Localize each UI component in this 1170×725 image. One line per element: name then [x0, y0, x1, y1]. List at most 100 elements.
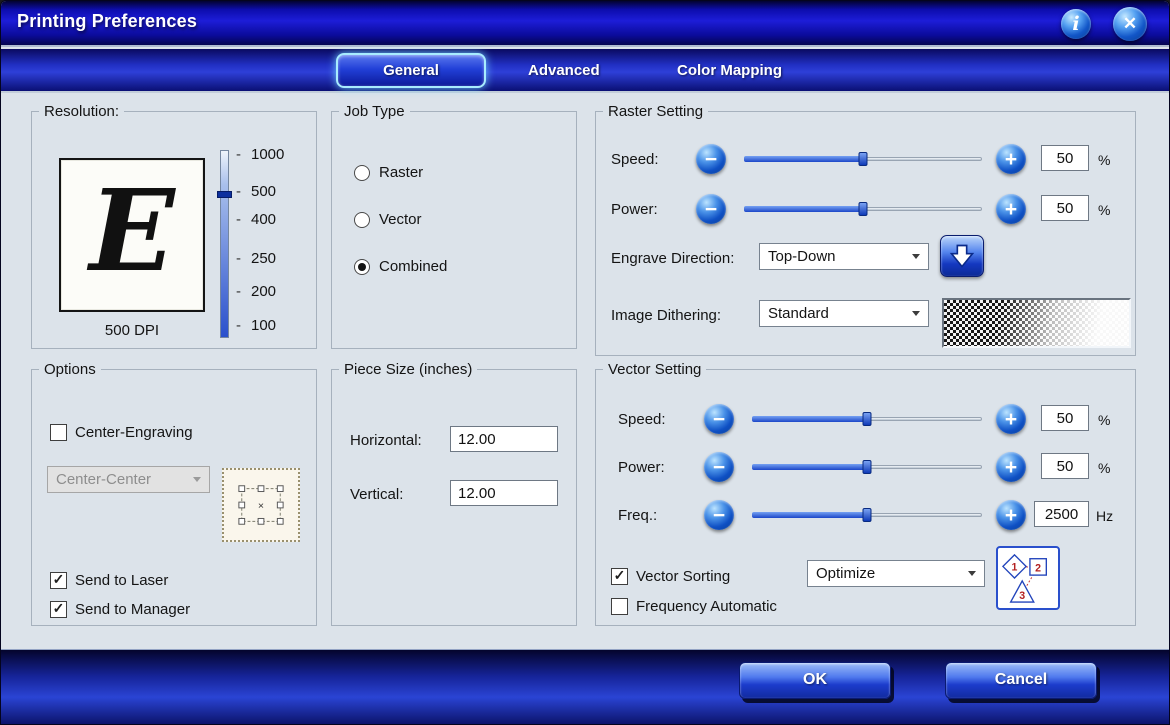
send-to-laser-checkbox-row[interactable]: ✓ Send to Laser	[50, 571, 168, 589]
engrave-direction-select[interactable]: Top-Down	[759, 243, 929, 270]
vector-power-minus-button[interactable]: −	[704, 452, 734, 482]
vector-power-input[interactable]	[1041, 453, 1089, 479]
vector-sorting-preview-button[interactable]: 1 2 3	[996, 546, 1060, 610]
vector-power-slider[interactable]	[752, 460, 982, 474]
send-to-manager-checkbox-row[interactable]: ✓ Send to Manager	[50, 600, 190, 618]
raster-speed-plus-button[interactable]: +	[996, 144, 1026, 174]
vector-speed-minus-button[interactable]: −	[704, 404, 734, 434]
raster-speed-slider[interactable]	[744, 152, 982, 166]
radio-raster[interactable]: Raster	[354, 164, 423, 181]
close-icon: ✕	[1122, 14, 1138, 33]
radio-combined[interactable]: Combined	[354, 258, 447, 275]
send-to-manager-checkbox[interactable]: ✓	[50, 600, 67, 618]
vector-power-plus-button[interactable]: +	[996, 452, 1026, 482]
radio-raster-circle[interactable]	[354, 164, 370, 181]
sorting-mode-select[interactable]: Optimize	[807, 560, 985, 587]
vector-speed-unit: %	[1098, 412, 1111, 428]
resolution-value-label: 500 DPI	[104, 322, 160, 339]
raster-speed-label: Speed:	[611, 151, 659, 168]
vertical-label: Vertical:	[350, 486, 404, 503]
sort-order-icon: 1 2 3	[1001, 553, 1047, 603]
resolution-tick: 200	[236, 283, 276, 300]
frequency-automatic-checkbox-row[interactable]: ✓ Frequency Automatic	[611, 598, 777, 615]
vector-freq-plus-button[interactable]: +	[996, 500, 1026, 530]
image-dithering-value: Standard	[768, 305, 829, 322]
job-type-group: Job Type Raster Vector Combined	[331, 103, 577, 349]
center-engraving-label[interactable]: Center-Engraving	[75, 424, 193, 441]
resolution-preview-letter: E	[89, 165, 175, 297]
vector-freq-slider-thumb[interactable]	[862, 508, 872, 522]
close-button[interactable]: ✕	[1113, 7, 1147, 41]
title-bar: Printing Preferences i ✕	[1, 1, 1169, 47]
radio-raster-label[interactable]: Raster	[379, 164, 423, 181]
raster-power-slider[interactable]	[744, 202, 982, 216]
chevron-down-icon	[968, 571, 976, 576]
vector-freq-slider[interactable]	[752, 508, 982, 522]
image-dithering-label: Image Dithering:	[611, 307, 722, 324]
raster-power-plus-button[interactable]: +	[996, 194, 1026, 224]
send-to-laser-label[interactable]: Send to Laser	[75, 572, 168, 589]
engrave-direction-label: Engrave Direction:	[611, 250, 735, 267]
chevron-down-icon	[912, 254, 920, 259]
vector-freq-minus-button[interactable]: −	[704, 500, 734, 530]
ok-button[interactable]: OK	[739, 662, 891, 699]
resolution-tick: 1000	[236, 146, 284, 163]
send-to-laser-checkbox[interactable]: ✓	[50, 571, 67, 589]
resolution-group-label: Resolution:	[39, 103, 125, 120]
vector-power-label: Power:	[618, 459, 665, 476]
options-group-label: Options	[39, 361, 101, 378]
center-engraving-checkbox-row[interactable]: ✓ Center-Engraving	[50, 424, 193, 441]
info-button[interactable]: i	[1061, 9, 1091, 39]
send-to-manager-label[interactable]: Send to Manager	[75, 601, 190, 618]
frequency-automatic-label[interactable]: Frequency Automatic	[636, 598, 777, 615]
resolution-tick: 100	[236, 317, 276, 334]
radio-vector-circle[interactable]	[354, 211, 370, 228]
frequency-automatic-checkbox[interactable]: ✓	[611, 598, 628, 615]
dithering-pattern-preview	[942, 298, 1131, 348]
plus-icon: +	[1004, 455, 1018, 479]
vector-power-slider-thumb[interactable]	[862, 460, 872, 474]
tab-color-mapping[interactable]: Color Mapping	[677, 62, 782, 79]
resolution-slider[interactable]	[217, 150, 232, 338]
vector-sorting-checkbox[interactable]: ✓	[611, 567, 628, 585]
footer-bar: OK Cancel	[1, 649, 1169, 724]
center-engraving-checkbox[interactable]: ✓	[50, 424, 67, 441]
vector-sorting-label[interactable]: Vector Sorting	[636, 568, 730, 585]
minus-icon: −	[704, 197, 718, 221]
printing-preferences-dialog: Printing Preferences i ✕ General Advance…	[0, 0, 1170, 725]
vector-speed-slider-thumb[interactable]	[862, 412, 872, 426]
tab-advanced[interactable]: Advanced	[528, 62, 600, 79]
raster-power-minus-button[interactable]: −	[696, 194, 726, 224]
slider-fill	[752, 416, 867, 422]
radio-vector[interactable]: Vector	[354, 211, 422, 228]
raster-speed-minus-button[interactable]: −	[696, 144, 726, 174]
vector-speed-label: Speed:	[618, 411, 666, 428]
radio-combined-circle[interactable]	[354, 258, 370, 275]
vector-speed-input[interactable]	[1041, 405, 1089, 431]
minus-icon: −	[712, 455, 726, 479]
plus-icon: +	[1004, 503, 1018, 527]
radio-vector-label[interactable]: Vector	[379, 211, 422, 228]
center-position-button[interactable]: ×	[222, 468, 300, 542]
raster-power-input[interactable]	[1041, 195, 1089, 221]
engrave-direction-value: Top-Down	[768, 248, 836, 265]
engrave-direction-arrow-button[interactable]	[940, 235, 984, 277]
piece-size-group-label: Piece Size (inches)	[339, 361, 478, 378]
vector-sorting-checkbox-row[interactable]: ✓ Vector Sorting	[611, 567, 730, 585]
cancel-button[interactable]: Cancel	[945, 662, 1097, 699]
vector-speed-slider[interactable]	[752, 412, 982, 426]
minus-icon: −	[712, 503, 726, 527]
raster-speed-input[interactable]	[1041, 145, 1089, 171]
raster-power-slider-thumb[interactable]	[858, 202, 868, 216]
image-dithering-select[interactable]: Standard	[759, 300, 929, 327]
radio-combined-label[interactable]: Combined	[379, 258, 447, 275]
resolution-slider-thumb[interactable]	[217, 191, 232, 198]
slider-fill	[744, 156, 863, 162]
vertical-input[interactable]	[450, 480, 558, 506]
raster-speed-slider-thumb[interactable]	[858, 152, 868, 166]
info-icon: i	[1072, 13, 1080, 35]
tab-general[interactable]: General	[336, 53, 486, 88]
vector-freq-input[interactable]	[1034, 501, 1089, 527]
vector-speed-plus-button[interactable]: +	[996, 404, 1026, 434]
horizontal-input[interactable]	[450, 426, 558, 452]
